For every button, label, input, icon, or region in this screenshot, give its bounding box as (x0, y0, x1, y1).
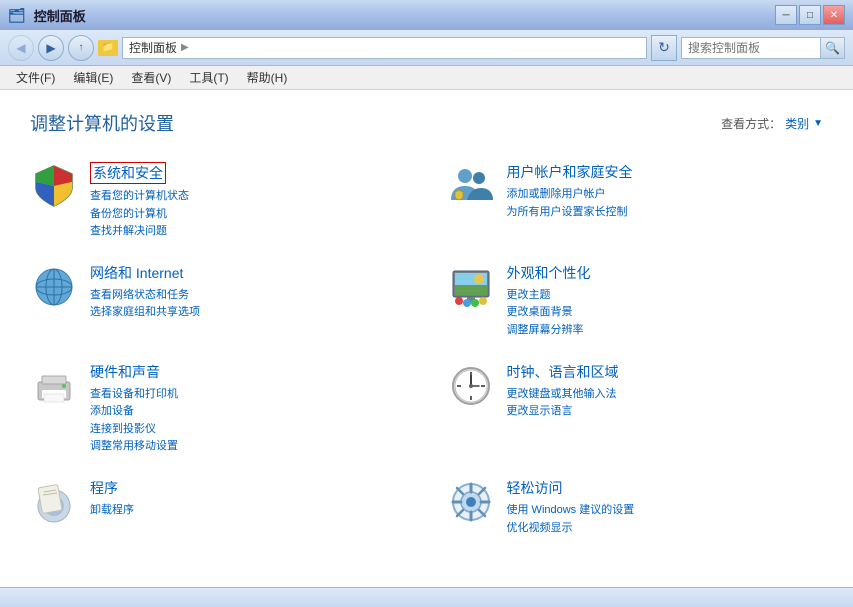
menu-bar: 文件(F) 编辑(E) 查看(V) 工具(T) 帮助(H) (0, 66, 853, 90)
security-sub1[interactable]: 查看您的计算机状态 (90, 188, 407, 206)
title-bar: 🗂 控制面板 ─ □ ✕ (0, 0, 853, 30)
maximize-button[interactable]: □ (799, 5, 821, 25)
status-bar (0, 587, 853, 607)
page-header: 调整计算机的设置 查看方式： 类别 ▼ (30, 110, 823, 136)
network-text: 网络和 Internet 查看网络状态和任务 选择家庭组和共享选项 (90, 263, 407, 322)
address-box[interactable]: 控制面板 ▶ (122, 37, 647, 59)
network-icon (30, 263, 78, 311)
hardware-sub4[interactable]: 调整常用移动设置 (90, 438, 407, 456)
address-text: 控制面板 (129, 39, 177, 56)
menu-tools[interactable]: 工具(T) (181, 67, 236, 88)
panel-appearance: 外观和个性化 更改主题 更改桌面背景 调整屏幕分辨率 (447, 257, 824, 346)
network-sub1[interactable]: 查看网络状态和任务 (90, 287, 407, 305)
accessibility-title[interactable]: 轻松访问 (507, 478, 824, 498)
close-button[interactable]: ✕ (823, 5, 845, 25)
hardware-title[interactable]: 硬件和声音 (90, 362, 407, 382)
address-arrow: ▶ (181, 42, 189, 53)
accessibility-text: 轻松访问 使用 Windows 建议的设置 优化视频显示 (507, 478, 824, 537)
appearance-text: 外观和个性化 更改主题 更改桌面背景 调整屏幕分辨率 (507, 263, 824, 340)
title-bar-controls: ─ □ ✕ (775, 5, 845, 25)
view-mode-selector: 查看方式： 类别 ▼ (721, 115, 823, 132)
back-button[interactable]: ◀ (8, 35, 34, 61)
menu-edit[interactable]: 编辑(E) (65, 67, 121, 88)
user-sub1[interactable]: 添加或删除用户帐户 (507, 186, 824, 204)
accessibility-icon (447, 478, 495, 526)
folder-icon: 📁 (98, 40, 118, 56)
appearance-sub1[interactable]: 更改主题 (507, 287, 824, 305)
appearance-sub2[interactable]: 更改桌面背景 (507, 304, 824, 322)
search-area: 🔍 (681, 37, 845, 59)
minimize-button[interactable]: ─ (775, 5, 797, 25)
security-text: 系统和安全 查看您的计算机状态 备份您的计算机 查找并解决问题 (90, 162, 407, 241)
window-icon: 🗂 (8, 7, 26, 24)
hardware-sub3[interactable]: 连接到投影仪 (90, 421, 407, 439)
user-sub2[interactable]: 为所有用户设置家长控制 (507, 204, 824, 222)
refresh-button[interactable]: ↻ (651, 35, 677, 61)
clock-title[interactable]: 时钟、语言和区域 (507, 362, 824, 382)
security-title[interactable]: 系统和安全 (90, 162, 166, 184)
panel-user: 用户帐户和家庭安全 添加或删除用户帐户 为所有用户设置家长控制 (447, 156, 824, 247)
address-bar: 📁 控制面板 ▶ (98, 37, 647, 59)
menu-help[interactable]: 帮助(H) (239, 67, 296, 88)
up-button[interactable]: ↑ (68, 35, 94, 61)
window-title: 控制面板 (34, 6, 86, 25)
control-panel-grid: 系统和安全 查看您的计算机状态 备份您的计算机 查找并解决问题 (30, 156, 823, 543)
clock-icon (447, 362, 495, 410)
panel-hardware: 硬件和声音 查看设备和打印机 添加设备 连接到投影仪 调整常用移动设置 (30, 356, 407, 462)
appearance-icon (447, 263, 495, 311)
network-sub2[interactable]: 选择家庭组和共享选项 (90, 304, 407, 322)
hardware-sub2[interactable]: 添加设备 (90, 403, 407, 421)
clock-sub2[interactable]: 更改显示语言 (507, 403, 824, 421)
appearance-title[interactable]: 外观和个性化 (507, 263, 824, 283)
menu-file[interactable]: 文件(F) (8, 67, 63, 88)
network-title[interactable]: 网络和 Internet (90, 263, 407, 283)
page-title: 调整计算机的设置 (30, 110, 174, 136)
title-bar-left: 🗂 控制面板 (8, 6, 86, 25)
content-area: 调整计算机的设置 查看方式： 类别 ▼ (0, 90, 853, 587)
search-button[interactable]: 🔍 (821, 37, 845, 59)
panel-network: 网络和 Internet 查看网络状态和任务 选择家庭组和共享选项 (30, 257, 407, 346)
security-sub2[interactable]: 备份您的计算机 (90, 206, 407, 224)
panel-accessibility: 轻松访问 使用 Windows 建议的设置 优化视频显示 (447, 472, 824, 543)
user-icon (447, 162, 495, 210)
clock-text: 时钟、语言和区域 更改键盘或其他输入法 更改显示语言 (507, 362, 824, 421)
programs-text: 程序 卸载程序 (90, 478, 407, 520)
forward-button[interactable]: ▶ (38, 35, 64, 61)
panel-clock: 时钟、语言和区域 更改键盘或其他输入法 更改显示语言 (447, 356, 824, 462)
security-sub3[interactable]: 查找并解决问题 (90, 223, 407, 241)
panel-security: 系统和安全 查看您的计算机状态 备份您的计算机 查找并解决问题 (30, 156, 407, 247)
user-text: 用户帐户和家庭安全 添加或删除用户帐户 为所有用户设置家长控制 (507, 162, 824, 221)
view-label: 查看方式： (721, 115, 781, 132)
panel-programs: 程序 卸载程序 (30, 472, 407, 543)
view-dropdown-icon[interactable]: ▼ (813, 118, 823, 129)
navigation-bar: ◀ ▶ ↑ 📁 控制面板 ▶ ↻ 🔍 (0, 30, 853, 66)
programs-sub1[interactable]: 卸载程序 (90, 502, 407, 520)
programs-icon (30, 478, 78, 526)
hardware-text: 硬件和声音 查看设备和打印机 添加设备 连接到投影仪 调整常用移动设置 (90, 362, 407, 456)
hardware-sub1[interactable]: 查看设备和打印机 (90, 386, 407, 404)
accessibility-sub1[interactable]: 使用 Windows 建议的设置 (507, 502, 824, 520)
view-mode-link[interactable]: 类别 (785, 115, 809, 132)
hardware-icon (30, 362, 78, 410)
programs-title[interactable]: 程序 (90, 478, 407, 498)
menu-view[interactable]: 查看(V) (123, 67, 179, 88)
security-icon (30, 162, 78, 210)
search-input[interactable] (681, 37, 821, 59)
clock-sub1[interactable]: 更改键盘或其他输入法 (507, 386, 824, 404)
appearance-sub3[interactable]: 调整屏幕分辨率 (507, 322, 824, 340)
user-title[interactable]: 用户帐户和家庭安全 (507, 162, 824, 182)
accessibility-sub2[interactable]: 优化视频显示 (507, 520, 824, 538)
